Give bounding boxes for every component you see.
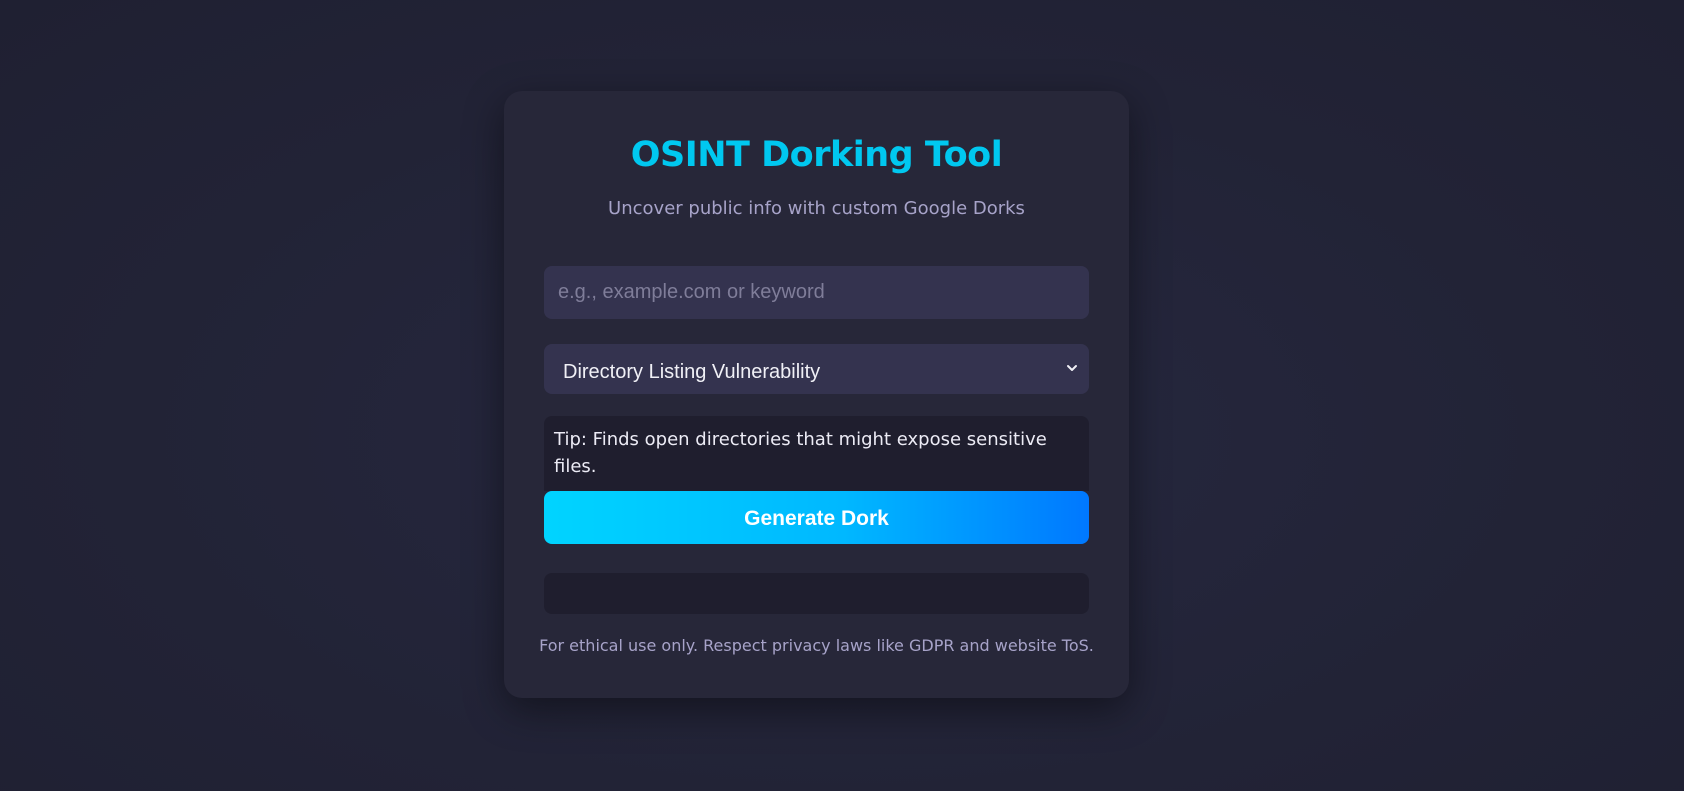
tip-box: Tip: Finds open directories that might e… (544, 416, 1089, 491)
dork-type-selected-value: Directory Listing Vulnerability (563, 360, 821, 383)
dork-tool-card: OSINT Dorking Tool Uncover public info w… (504, 91, 1129, 698)
search-input[interactable] (544, 266, 1089, 319)
dork-type-select[interactable]: Directory Listing Vulnerability (544, 344, 1089, 394)
page-title: OSINT Dorking Tool (630, 135, 1003, 175)
generate-dork-button[interactable]: Generate Dork (544, 491, 1089, 544)
page-subtitle: Uncover public info with custom Google D… (608, 198, 1025, 219)
tip-text: Tip: Finds open directories that might e… (554, 429, 1047, 477)
disclaimer-text: For ethical use only. Respect privacy la… (539, 636, 1094, 655)
dork-output[interactable] (544, 573, 1089, 614)
chevron-down-icon (1067, 365, 1077, 371)
